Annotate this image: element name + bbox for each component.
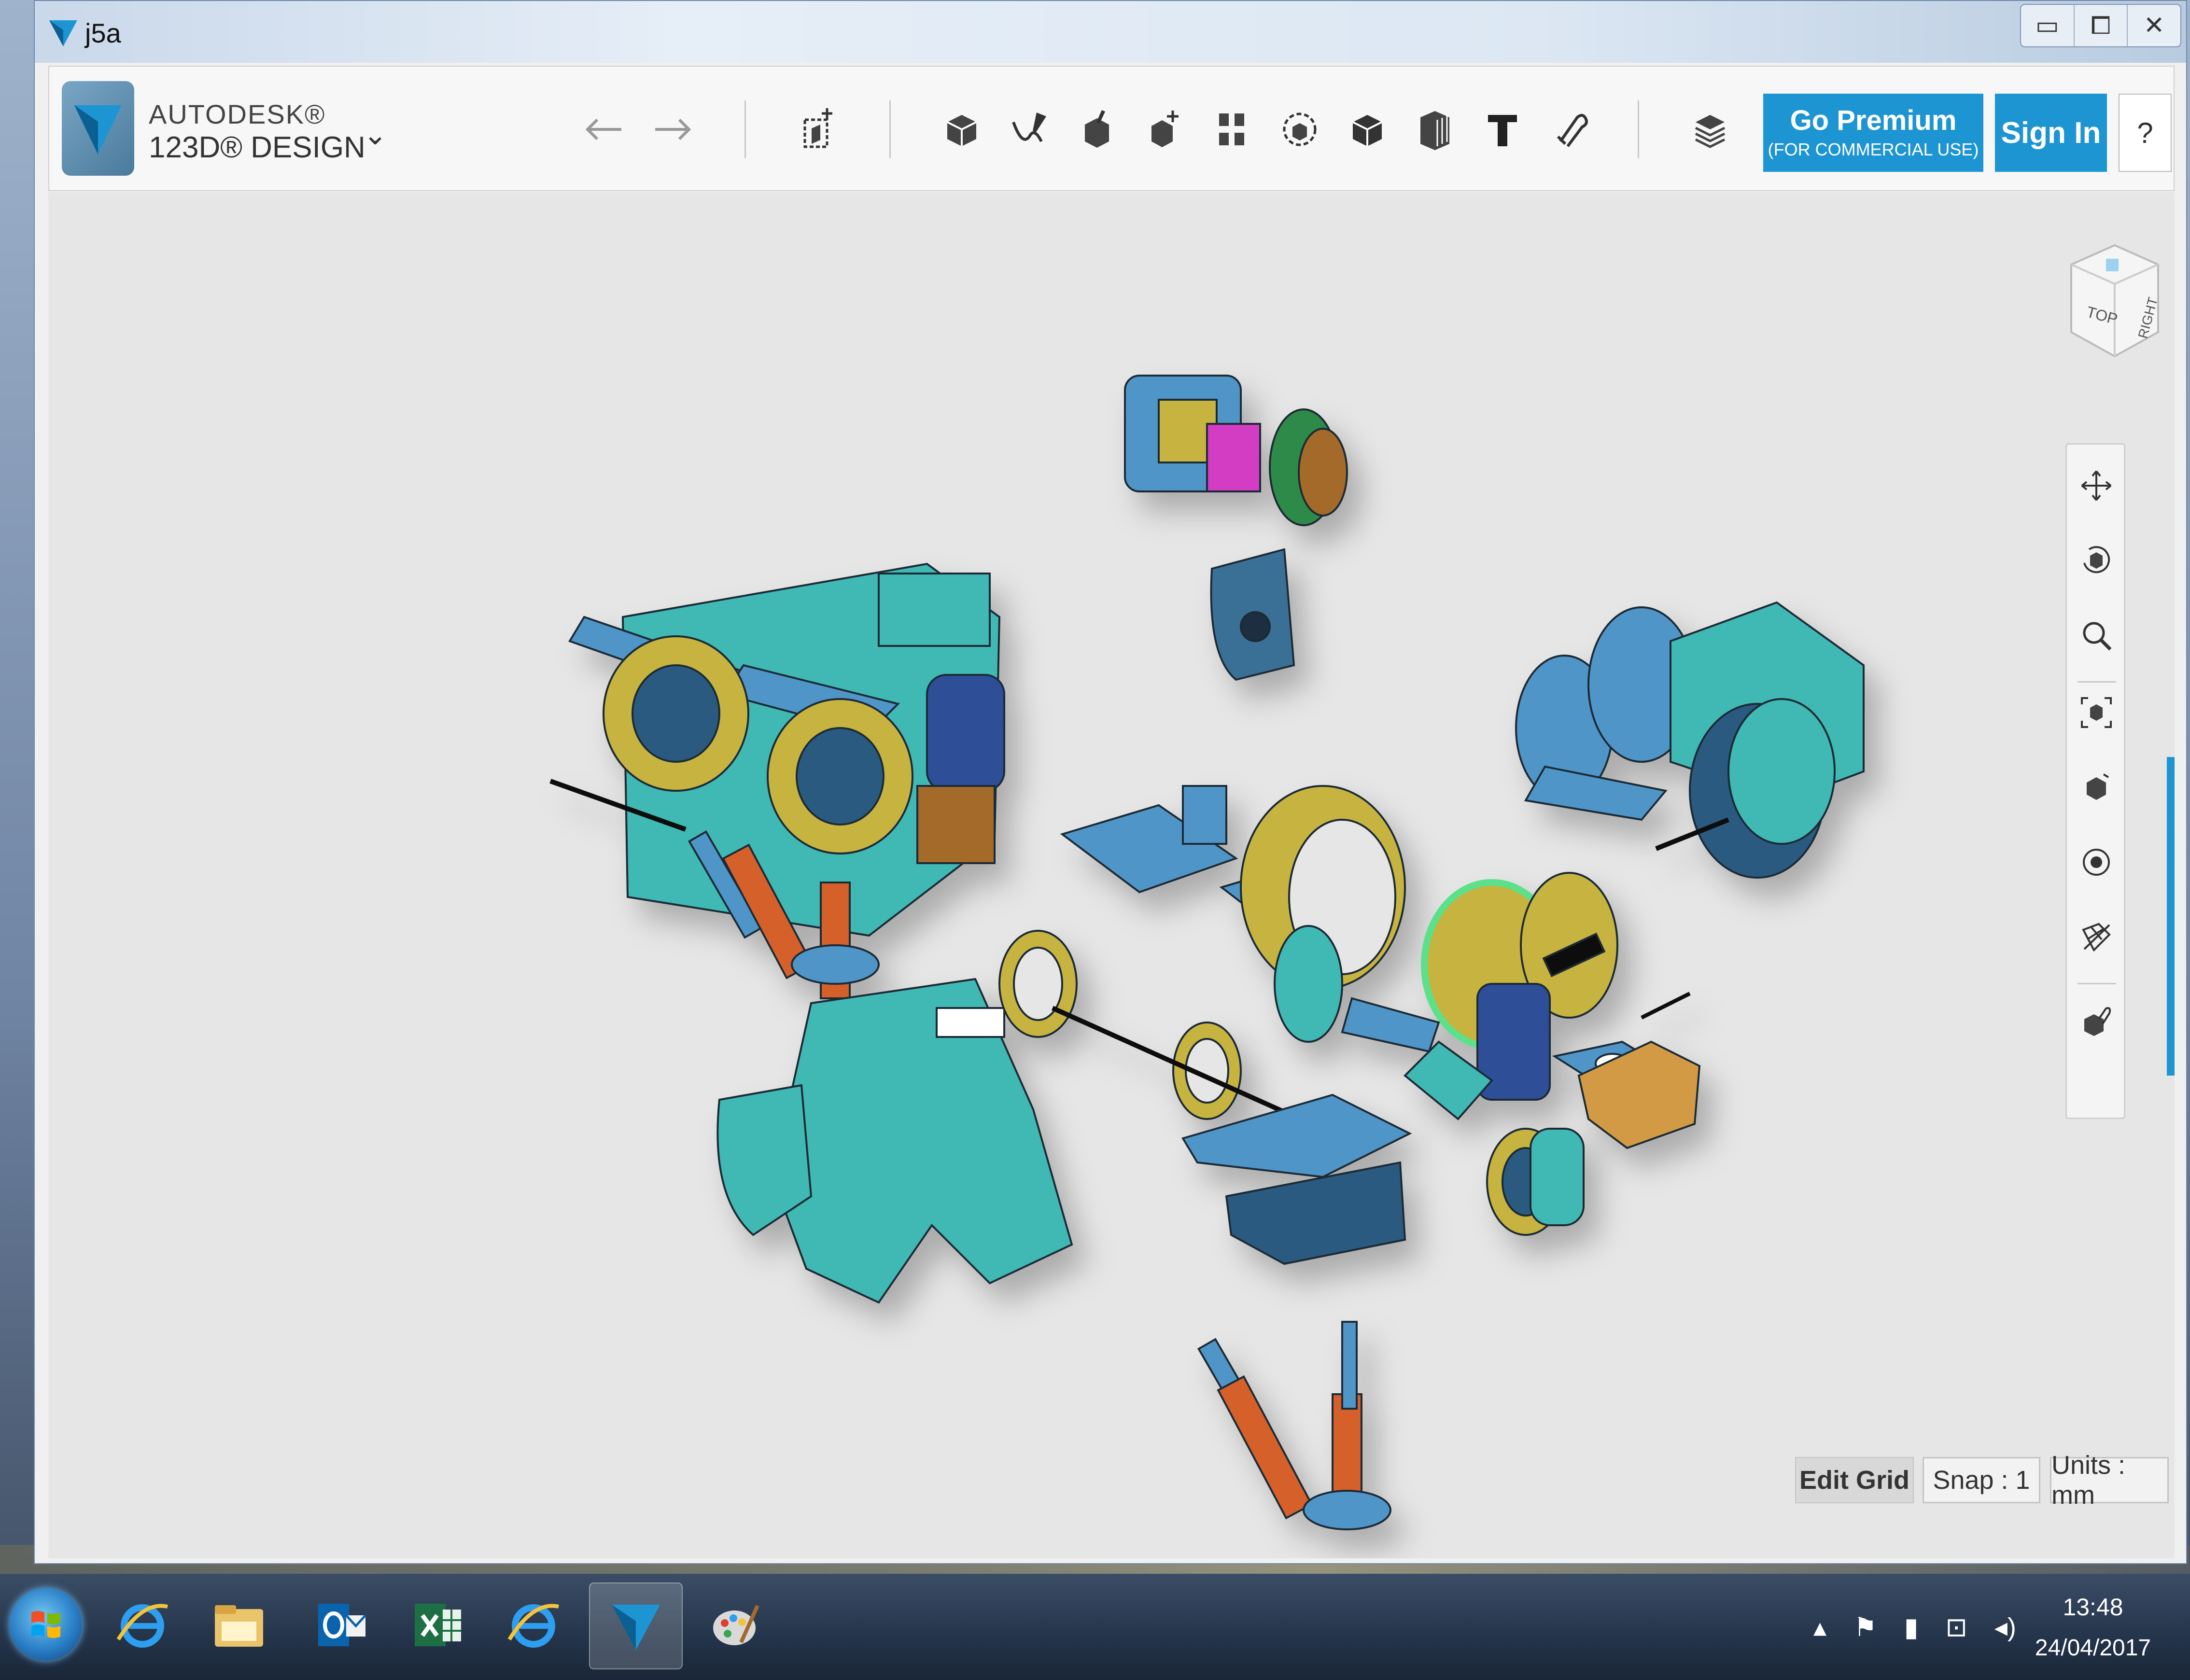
material-icon[interactable]: [1681, 100, 1739, 158]
grid-icon[interactable]: [2075, 915, 2118, 959]
sign-in-button[interactable]: Sign In: [1995, 94, 2107, 172]
taskbar-file-explorer[interactable]: [193, 1582, 285, 1667]
exploded-assembly-model[interactable]: [48, 192, 2175, 1558]
bracket-part: [1210, 548, 1295, 681]
right-sub-assembly: [1515, 601, 1865, 879]
excel-icon: [415, 1604, 461, 1646]
taskbar-paint[interactable]: [690, 1582, 782, 1667]
material-view-icon[interactable]: [2075, 1000, 2118, 1043]
toolbar-separator: [1638, 100, 1639, 158]
nav-separator: [2078, 681, 2116, 683]
taskbar-internet-explorer[interactable]: [488, 1582, 579, 1667]
go-premium-button[interactable]: Go Premium (FOR COMMERCIAL USE): [1763, 94, 1983, 172]
toolbar-separator: [744, 100, 746, 158]
window-controls: ▭ ⧠ ✕: [2020, 4, 2181, 47]
side-panel-tab[interactable]: [2167, 757, 2175, 1076]
left-sub-assembly: [549, 562, 1005, 999]
navigation-bar: [2065, 443, 2125, 1119]
view-cube[interactable]: TOP RIGHT: [2062, 236, 2168, 361]
chevron-down-icon[interactable]: ⌄: [363, 118, 387, 152]
pan-icon[interactable]: [2075, 464, 2118, 507]
minimize-button[interactable]: ▭: [2021, 5, 2074, 46]
app-window: j5a ▭ ⧠ ✕ AUTODESK® 123D® DESIGN ⌄ Go Pr…: [34, 0, 2187, 1564]
taskbar-internet-explorer[interactable]: [97, 1582, 188, 1667]
pattern-icon[interactable]: [1203, 100, 1261, 158]
edit-grid-button[interactable]: Edit Grid: [1795, 1457, 1914, 1503]
taskbar-excel[interactable]: [391, 1582, 483, 1667]
main-toolbar: AUTODESK® 123D® DESIGN ⌄ Go Premium (FOR…: [48, 66, 2175, 191]
app-logo-icon: [74, 105, 122, 154]
grouping-icon[interactable]: [1271, 100, 1329, 158]
windows-taskbar: ▴ ⚑ ▮ ⊡ ◂) 13:48 24/04/2017: [0, 1574, 2190, 1680]
volume-icon[interactable]: ◂): [1994, 1612, 2016, 1642]
construct-icon[interactable]: [1068, 100, 1126, 158]
maximize-button[interactable]: ⧠: [2073, 5, 2127, 46]
premium-sublabel: (FOR COMMERCIAL USE): [1768, 140, 1979, 159]
sketch-icon[interactable]: [1000, 100, 1058, 158]
system-tray: ▴ ⚑ ▮ ⊡ ◂): [1813, 1603, 2016, 1651]
outlook-icon: [318, 1604, 366, 1646]
undo-icon[interactable]: [576, 100, 633, 158]
windows-logo-icon: [31, 1611, 60, 1638]
snap-setting[interactable]: Snap : 1: [1923, 1457, 2040, 1503]
clock-time: 13:48: [2063, 1594, 2123, 1621]
modify-icon[interactable]: [1136, 100, 1193, 158]
zoom-icon[interactable]: [2075, 614, 2118, 657]
snap-icon[interactable]: [1541, 100, 1599, 158]
show-hidden-icons[interactable]: ▴: [1813, 1612, 1826, 1642]
app-logo-icon: [49, 20, 77, 46]
nav-separator: [2078, 983, 2116, 984]
units-setting[interactable]: Units : mm: [2050, 1451, 2169, 1510]
power-icon[interactable]: ▮: [1904, 1612, 1919, 1642]
taskbar-outlook[interactable]: [295, 1582, 386, 1667]
internet-explorer-icon: [507, 1604, 559, 1648]
internet-explorer-icon: [116, 1604, 168, 1648]
transform-icon[interactable]: [788, 100, 846, 158]
brand-autodesk: AUTODESK®: [149, 99, 326, 129]
brand-product: 123D® DESIGN: [149, 131, 365, 164]
primitives-icon[interactable]: [933, 100, 991, 158]
clock-date: 24/04/2017: [2035, 1635, 2151, 1661]
title-bar[interactable]: j5a ▭ ⧠ ✕: [35, 1, 2186, 63]
orbit-icon[interactable]: [2075, 539, 2118, 582]
app-menu-logo[interactable]: [62, 81, 134, 176]
bottom-pedestal: [1197, 1321, 1391, 1530]
measure-icon[interactable]: [1406, 100, 1464, 158]
taskbar-123d-design[interactable]: [589, 1582, 683, 1669]
start-button[interactable]: [10, 1588, 82, 1661]
window-title: j5a: [85, 18, 121, 48]
redo-icon[interactable]: [643, 100, 701, 158]
eye-icon[interactable]: [2075, 840, 2118, 884]
system-clock[interactable]: 13:48 24/04/2017: [2033, 1593, 2153, 1661]
toolbar-separator: [889, 100, 891, 158]
premium-label: Go Premium: [1790, 105, 1957, 136]
3d-viewport[interactable]: TOP RIGHT Edit Grid Snap: 1 Units: mm: [48, 192, 2175, 1558]
123d-design-icon: [612, 1605, 660, 1650]
help-button[interactable]: ?: [2119, 94, 2172, 172]
text-icon[interactable]: [1474, 100, 1531, 158]
folder-icon: [215, 1605, 263, 1647]
paint-icon: [713, 1605, 759, 1645]
fit-icon[interactable]: [2075, 691, 2118, 734]
action-center-flag-icon[interactable]: ⚑: [1853, 1612, 1877, 1642]
close-button[interactable]: ✕: [2127, 5, 2180, 46]
network-icon[interactable]: ⊡: [1946, 1612, 1967, 1642]
combine-icon[interactable]: [1338, 100, 1396, 158]
top-sub-assembly: [1124, 375, 1348, 526]
view-mode-icon[interactable]: [2075, 766, 2118, 809]
